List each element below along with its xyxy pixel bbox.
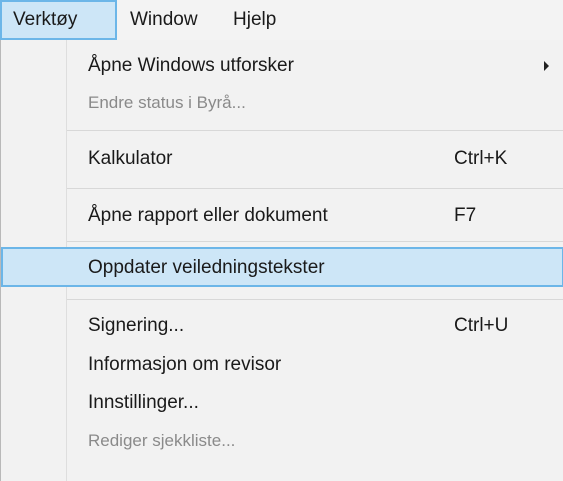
menu-item-change-status[interactable]: Endre status i Byrå... xyxy=(1,85,563,123)
menu-separator xyxy=(67,188,563,189)
menu-item-label: Endre status i Byrå... xyxy=(88,93,246,112)
menu-item-label: Åpne Windows utforsker xyxy=(88,55,294,76)
menu-separator xyxy=(67,130,563,131)
menu-item-settings[interactable]: Innstillinger... xyxy=(1,384,563,422)
verktoy-dropdown-menu: Åpne Windows utforsker Endre status i By… xyxy=(0,40,563,481)
submenu-arrow-icon xyxy=(544,61,549,71)
menu-item-edit-checklist[interactable]: Rediger sjekkliste... xyxy=(1,422,563,460)
menu-separator xyxy=(67,299,563,300)
menu-item-shortcut: Ctrl+K xyxy=(454,148,508,169)
menu-separator xyxy=(67,241,563,242)
menu-item-update-guidance-texts[interactable]: Oppdater veiledningstekster xyxy=(1,247,563,287)
menu-item-label: Åpne rapport eller dokument xyxy=(88,205,328,226)
menu-item-label: Innstillinger... xyxy=(88,392,199,413)
menu-item-shortcut: Ctrl+U xyxy=(454,315,509,336)
menu-item-label: Oppdater veiledningstekster xyxy=(88,257,325,278)
menu-item-shortcut: F7 xyxy=(454,205,477,226)
menu-item-open-report[interactable]: Åpne rapport eller dokument F7 xyxy=(1,194,563,238)
menu-window[interactable]: Window xyxy=(119,0,209,40)
menu-item-label: Kalkulator xyxy=(88,148,173,169)
menu-item-label: Informasjon om revisor xyxy=(88,354,282,375)
menu-item-auditor-info[interactable]: Informasjon om revisor xyxy=(1,346,563,384)
menu-bar: Verktøy Window Hjelp xyxy=(0,0,563,41)
menu-item-label: Rediger sjekkliste... xyxy=(88,431,236,450)
menu-hjelp[interactable]: Hjelp xyxy=(222,0,287,40)
menu-item-signing[interactable]: Signering... Ctrl+U xyxy=(1,306,563,346)
menu-item-calculator[interactable]: Kalkulator Ctrl+K xyxy=(1,137,563,181)
menu-verktoy[interactable]: Verktøy xyxy=(0,0,117,40)
menu-item-open-explorer[interactable]: Åpne Windows utforsker xyxy=(1,47,563,85)
menu-item-label: Signering... xyxy=(88,315,185,336)
